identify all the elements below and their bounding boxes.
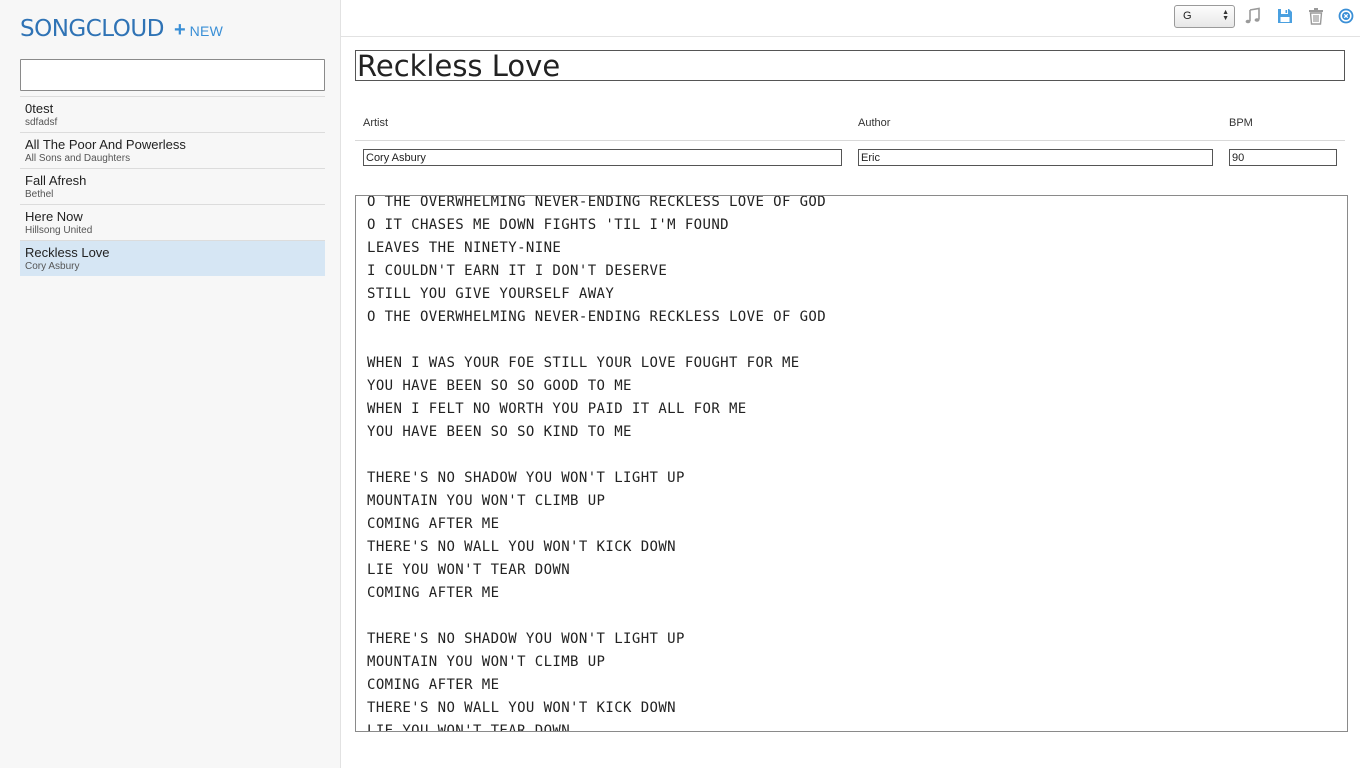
artist-label: Artist [363, 117, 389, 129]
meta-input-row [355, 141, 1345, 171]
song-list-item[interactable]: All The Poor And Powerless All Sons and … [20, 132, 325, 168]
meta-header-row: Artist Author BPM [355, 113, 1345, 141]
key-select[interactable]: G ▲ ▼ [1174, 5, 1235, 28]
search-input[interactable] [20, 59, 325, 91]
song-item-title: 0test [25, 101, 54, 116]
song-item-title: Reckless Love [25, 245, 110, 260]
key-select-value: G [1183, 10, 1192, 22]
song-item-title: Here Now [25, 209, 83, 224]
new-song-label: NEW [189, 23, 224, 39]
song-list-item[interactable]: 0test sdfadsf [20, 96, 325, 132]
trash-icon[interactable] [1307, 7, 1325, 25]
plus-icon: + [173, 19, 186, 41]
brand-header: SONGCLOUD + NEW [20, 16, 223, 42]
song-item-title: All The Poor And Powerless [25, 137, 186, 152]
song-item-artist: Cory Asbury [25, 261, 80, 272]
bpm-field[interactable] [1229, 149, 1337, 166]
toolbar: G ▲ ▼ [341, 0, 1360, 37]
bpm-label: BPM [1229, 117, 1253, 129]
song-item-artist: Hillsong United [25, 225, 93, 236]
song-item-artist: Bethel [25, 189, 54, 200]
sidebar: SONGCLOUD + NEW 0test sdfadsf All The Po… [0, 0, 341, 768]
save-icon[interactable] [1276, 7, 1294, 25]
new-song-button[interactable]: + NEW [174, 20, 223, 40]
lyrics-text: O THE OVERWHELMING NEVER-ENDING RECKLESS… [367, 195, 827, 732]
music-note-icon[interactable] [1244, 7, 1262, 25]
song-title-input[interactable] [355, 50, 1345, 81]
close-circle-icon[interactable] [1337, 7, 1355, 25]
song-item-artist: sdfadsf [25, 117, 58, 128]
app-logo: SONGCLOUD [20, 16, 164, 42]
lyrics-editor[interactable]: O THE OVERWHELMING NEVER-ENDING RECKLESS… [355, 195, 1348, 732]
song-list: 0test sdfadsf All The Poor And Powerless… [20, 96, 325, 276]
artist-field[interactable] [363, 149, 842, 166]
song-list-item[interactable]: Fall Afresh Bethel [20, 168, 325, 204]
song-list-item[interactable]: Reckless Love Cory Asbury [20, 240, 325, 276]
song-meta-table: Artist Author BPM [355, 113, 1345, 171]
song-item-artist: All Sons and Daughters [25, 153, 131, 164]
select-arrows-icon: ▲ ▼ [1222, 9, 1229, 22]
song-list-item[interactable]: Here Now Hillsong United [20, 204, 325, 240]
song-item-title: Fall Afresh [25, 173, 87, 188]
author-label: Author [858, 117, 891, 129]
author-field[interactable] [858, 149, 1213, 166]
